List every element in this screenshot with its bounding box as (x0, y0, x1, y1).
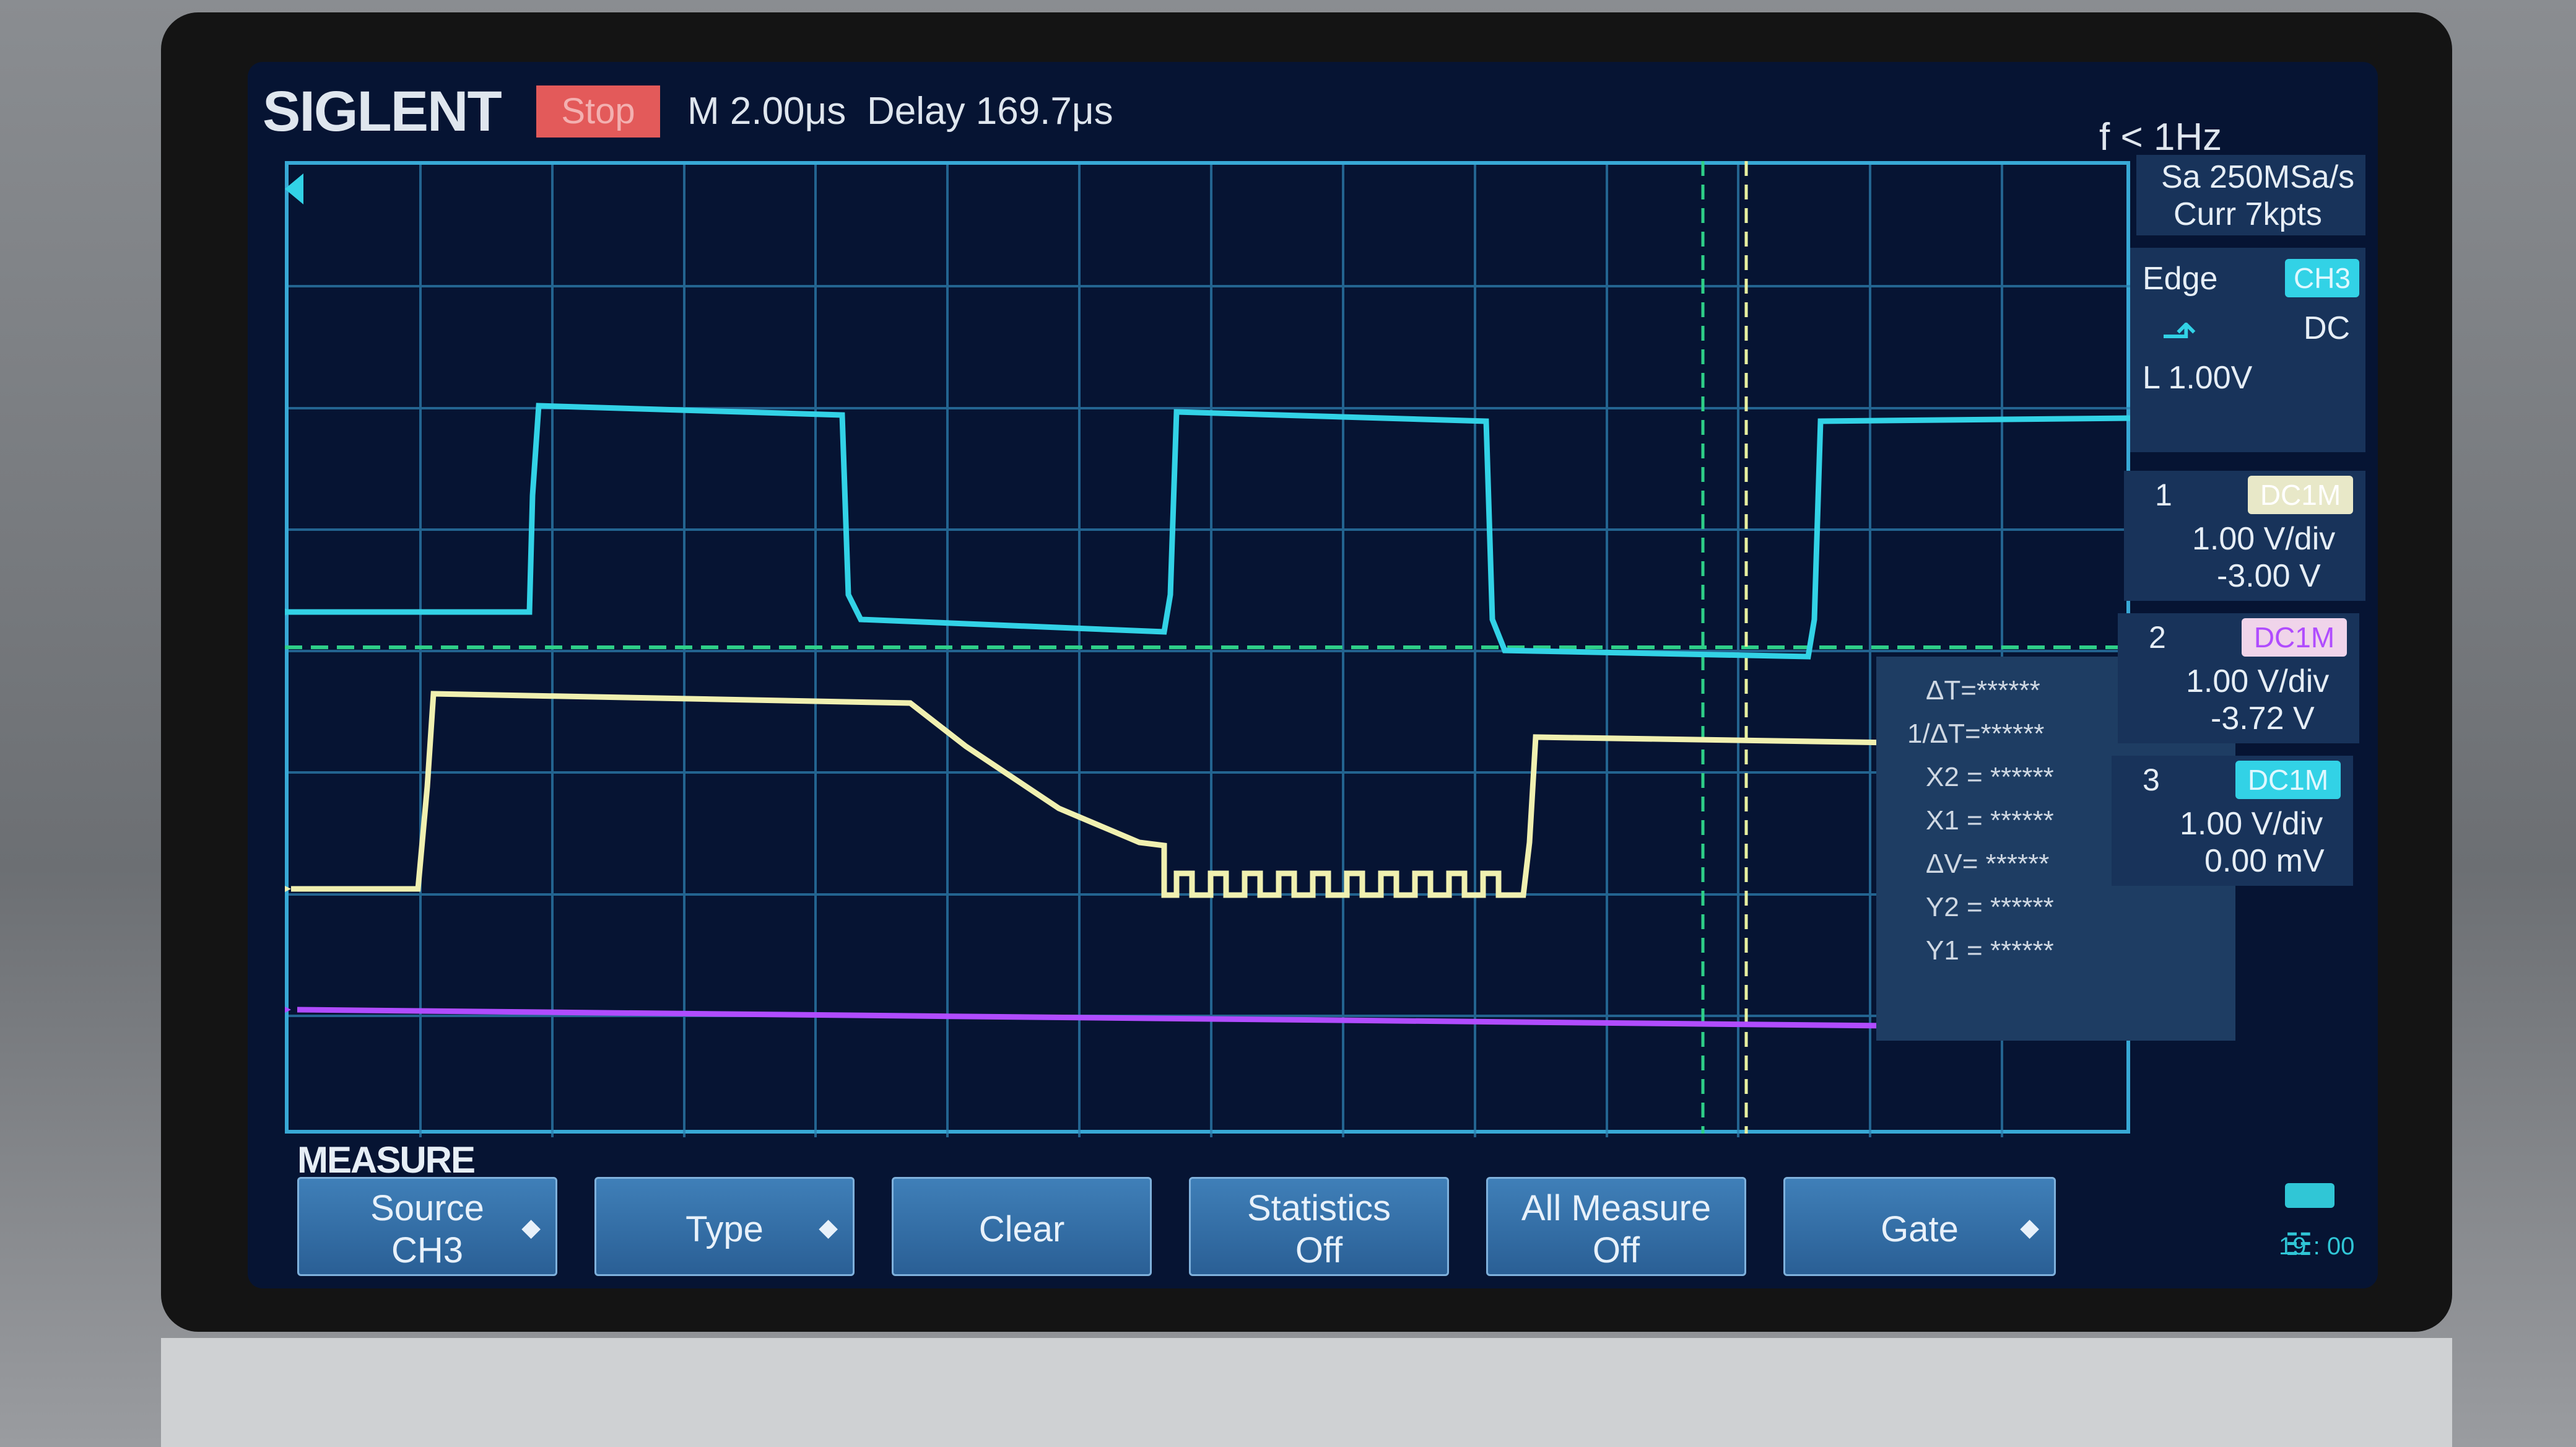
memory-depth: Curr 7kpts (2174, 196, 2322, 232)
ch1-waveform (285, 403, 2131, 660)
dropdown-icon: ◆ (2020, 1214, 2039, 1241)
x1-readout: X1 = ****** (1926, 805, 2054, 836)
trigger-position-marker[interactable] (285, 173, 303, 204)
run-stop-status[interactable]: Stop (536, 85, 660, 138)
front-panel-lower (161, 1338, 2452, 1447)
sample-rate: Sa 250MSa/s (2161, 159, 2355, 195)
source-softkey[interactable]: Source CH3 ◆ (297, 1177, 557, 1276)
gate-label: Gate (1881, 1209, 1959, 1249)
dropdown-icon: ◆ (819, 1214, 838, 1241)
ch1-ground-marker[interactable] (285, 595, 291, 629)
clear-softkey[interactable]: Clear (892, 1177, 1152, 1276)
type-softkey[interactable]: Type ◆ (594, 1177, 855, 1276)
all-measure-label: All Measure (1521, 1188, 1712, 1228)
source-value: CH3 (391, 1230, 464, 1270)
y2-readout: Y2 = ****** (1926, 892, 2054, 922)
ch2-ground-marker[interactable] (285, 873, 291, 904)
delta-t-readout: ΔT=****** (1926, 675, 2040, 706)
dropdown-icon: ◆ (521, 1214, 541, 1241)
trigger-panel[interactable]: Edge CH3 ⬏ DC L 1.00V (2130, 248, 2365, 452)
ch2-offset: -3.72 V (2211, 701, 2315, 737)
ch2-number: 2 (2149, 620, 2166, 655)
ch2-scale: 1.00 V/div (2186, 663, 2330, 699)
battery-icon (2285, 1183, 2334, 1208)
delta-v-readout: ΔV= ****** (1926, 849, 2050, 879)
ch1-number: 1 (2155, 478, 2172, 512)
ch1-coupling-chip: DC1M (2248, 476, 2353, 514)
ch3-panel[interactable]: 3 DC1M 1.00 V/div 0.00 mV (2112, 756, 2353, 886)
ch3-waveform (297, 1007, 2131, 1031)
statistics-label: Statistics (1247, 1188, 1391, 1228)
menu-title: MEASURE (297, 1139, 476, 1181)
ch3-scale: 1.00 V/div (2180, 806, 2323, 842)
y1-readout: Y1 = ****** (1926, 935, 2054, 966)
ch3-ground-marker[interactable] (285, 994, 291, 1025)
ch3-coupling-chip: DC1M (2235, 761, 2341, 799)
all-measure-softkey[interactable]: All Measure Off (1486, 1177, 1746, 1276)
x2-readout: X2 = ****** (1926, 762, 2054, 792)
ch1-offset: -3.00 V (2217, 558, 2321, 594)
ch3-offset: 0.00 mV (2204, 843, 2325, 879)
type-label: Type (685, 1209, 764, 1249)
brand-logo: SIGLENT (263, 80, 502, 143)
clear-label: Clear (978, 1209, 1065, 1249)
ch1-panel[interactable]: 1 DC1M 1.00 V/div -3.00 V (2124, 471, 2365, 601)
timebase-readout: M 2.00μs (687, 90, 846, 133)
trigger-type: Edge (2143, 261, 2218, 297)
status-area: ☷ 19 : 00 (2279, 1177, 2372, 1276)
delay-readout: Delay 169.7μs (867, 90, 1113, 133)
oscilloscope-screen: SIGLENT Stop M 2.00μs Delay 169.7μs f < … (248, 62, 2378, 1288)
statistics-softkey[interactable]: Statistics Off (1189, 1177, 1449, 1276)
inverse-delta-t-readout: 1/ΔT=****** (1907, 719, 2045, 749)
clock-readout: 19 : 00 (2279, 1233, 2355, 1260)
acquisition-panel[interactable]: Sa 250MSa/s Curr 7kpts (2136, 155, 2365, 235)
ch2-panel[interactable]: 2 DC1M 1.00 V/div -3.72 V (2118, 613, 2359, 743)
ch3-number: 3 (2143, 763, 2160, 797)
rising-edge-icon: ⬏ (2161, 311, 2198, 359)
trigger-coupling: DC (2304, 310, 2351, 346)
trigger-source-chip: CH3 (2285, 259, 2359, 297)
gate-softkey[interactable]: Gate ◆ (1783, 1177, 2056, 1276)
all-measure-value: Off (1592, 1230, 1640, 1270)
ch1-scale: 1.00 V/div (2192, 521, 2336, 557)
ch2-waveform (291, 691, 2131, 898)
trigger-level: L 1.00V (2143, 360, 2253, 396)
waveform-area (285, 161, 2143, 1134)
source-label: Source (370, 1188, 484, 1228)
statistics-value: Off (1295, 1230, 1343, 1270)
ch2-coupling-chip: DC1M (2242, 618, 2347, 657)
